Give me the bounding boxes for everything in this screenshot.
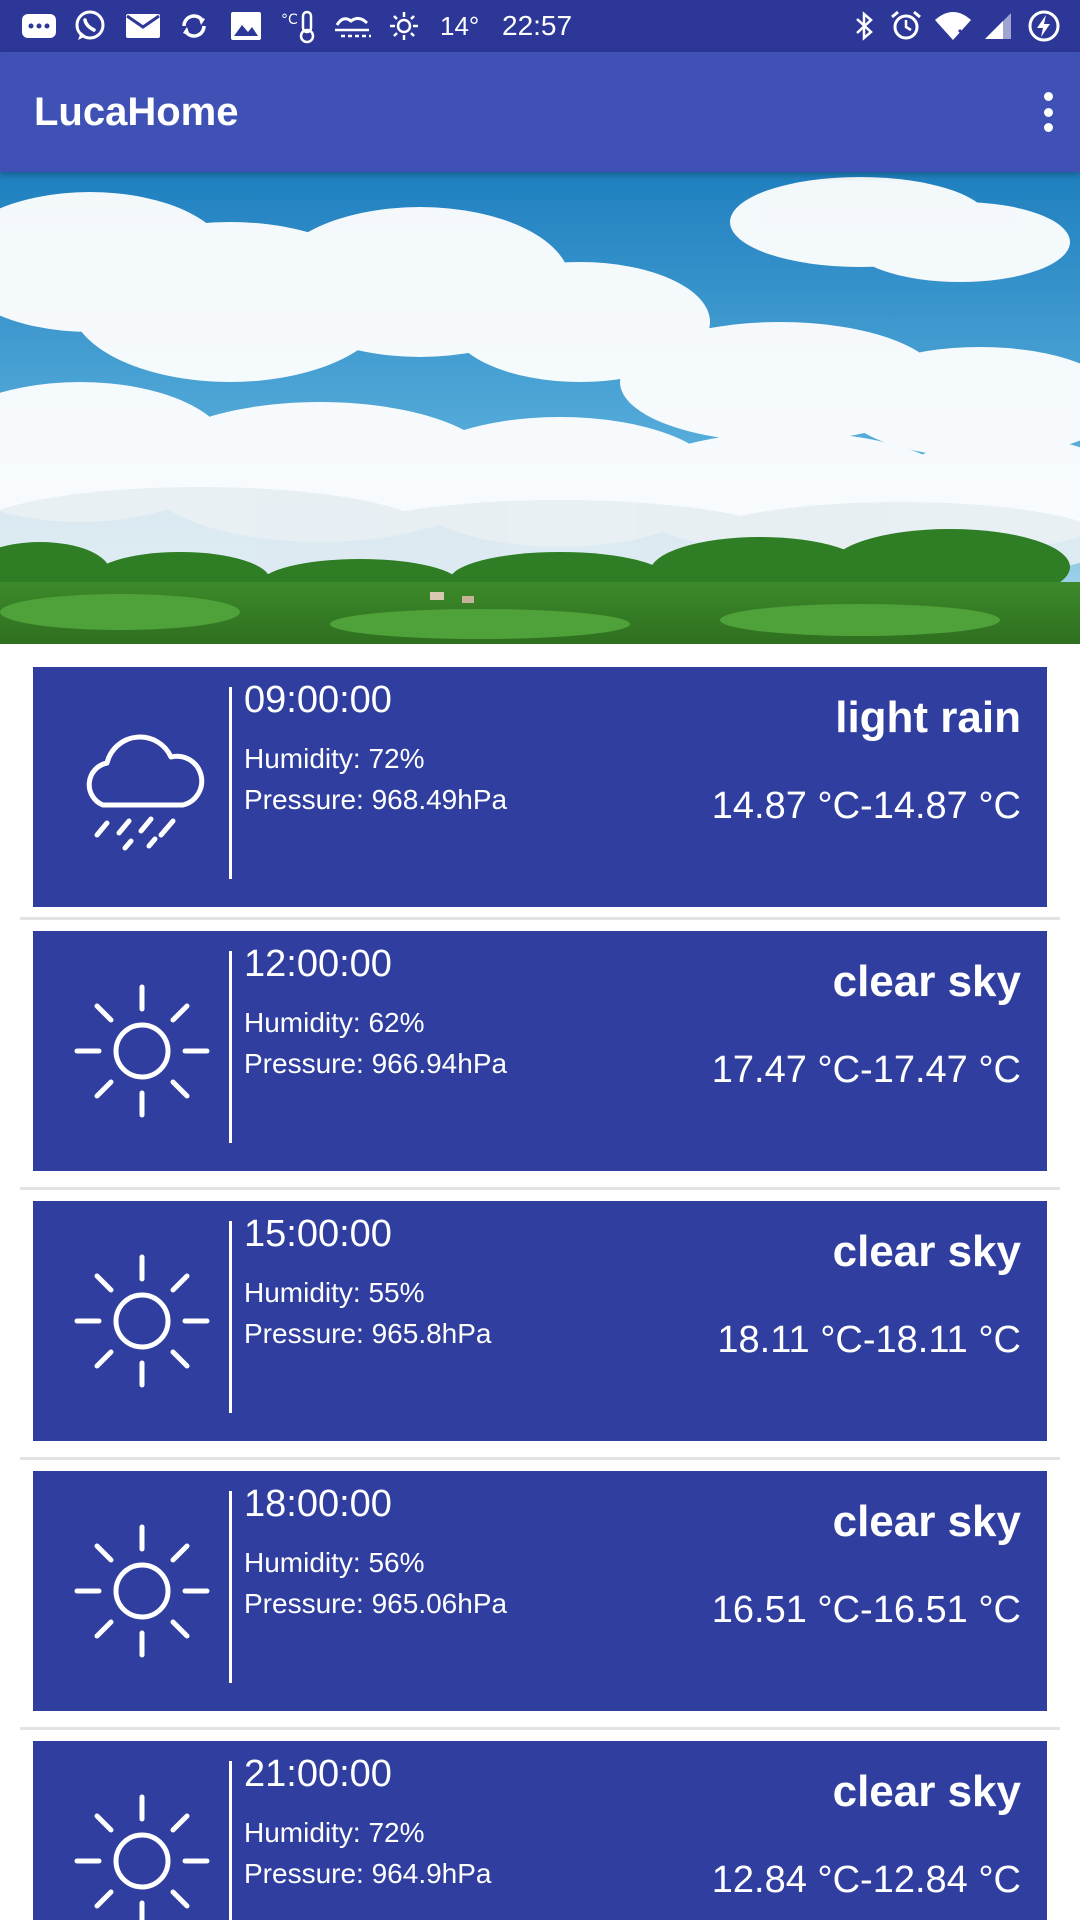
forecast-card[interactable]: 21:00:00 Humidity: 72% Pressure: 964.9hP…: [33, 1741, 1047, 1920]
gallery-icon: [228, 8, 264, 44]
sync-icon: [176, 8, 212, 44]
forecast-card[interactable]: 09:00:00 Humidity: 72% Pressure: 968.49h…: [33, 667, 1047, 907]
list-divider: [20, 1187, 1060, 1190]
battery-charging-icon: [1026, 8, 1062, 44]
svg-text:°C: °C: [281, 12, 298, 28]
sun-icon: [74, 1794, 210, 1920]
forecast-time: 12:00:00: [244, 943, 392, 985]
app-bar: LucaHome: [0, 52, 1080, 172]
divider-line: [229, 1491, 232, 1683]
forecast-pressure: Pressure: 964.9hPa: [244, 1858, 492, 1889]
sun-icon: [386, 8, 422, 44]
divider-line: [229, 1761, 232, 1920]
divider-line: [229, 687, 232, 879]
forecast-description: clear sky: [832, 1497, 1021, 1546]
whatsapp-icon: [72, 8, 108, 44]
forecast-temperature: 17.47 °C-17.47 °C: [711, 1049, 1021, 1091]
forecast-humidity: Humidity: 55%: [244, 1277, 425, 1308]
email-icon: [124, 8, 162, 44]
app-title: LucaHome: [34, 90, 239, 134]
menu-dot: [1043, 107, 1053, 117]
weather-header-image: [0, 172, 1080, 644]
fog-icon: [332, 8, 374, 44]
forecast-pressure: Pressure: 968.49hPa: [244, 784, 508, 815]
sun-icon: [74, 1524, 210, 1658]
menu-dot: [1043, 92, 1053, 101]
divider-line: [229, 1221, 232, 1413]
forecast-temperature: 14.87 °C-14.87 °C: [711, 785, 1021, 827]
forecast-description: clear sky: [832, 957, 1021, 1006]
messages-icon: [20, 8, 58, 44]
forecast-pressure: Pressure: 965.8hPa: [244, 1318, 492, 1349]
clock: 22:57: [502, 10, 573, 41]
list-divider: [20, 917, 1060, 920]
forecast-card[interactable]: 15:00:00 Humidity: 55% Pressure: 965.8hP…: [33, 1201, 1047, 1441]
overflow-menu-icon[interactable]: [1036, 88, 1060, 136]
wifi-icon: [932, 8, 974, 44]
forecast-humidity: Humidity: 62%: [244, 1007, 425, 1038]
forecast-description: clear sky: [832, 1767, 1021, 1816]
thermometer-icon: °C: [280, 8, 320, 44]
rain-cloud-icon: [86, 734, 205, 851]
menu-dot: [1043, 123, 1053, 132]
forecast-card[interactable]: 18:00:00 Humidity: 56% Pressure: 965.06h…: [33, 1471, 1047, 1711]
forecast-temperature: 12.84 °C-12.84 °C: [711, 1859, 1021, 1901]
forecast-pressure: Pressure: 966.94hPa: [244, 1048, 508, 1079]
forecast-time: 09:00:00: [244, 679, 392, 721]
forecast-list[interactable]: 09:00:00 Humidity: 72% Pressure: 968.49h…: [0, 644, 1080, 1920]
divider-line: [229, 951, 232, 1143]
forecast-temperature: 18.11 °C-18.11 °C: [717, 1319, 1021, 1361]
weather-temperature: 14°: [440, 11, 480, 41]
forecast-humidity: Humidity: 56%: [244, 1547, 425, 1578]
sun-icon: [74, 984, 210, 1118]
forecast-pressure: Pressure: 965.06hPa: [244, 1588, 508, 1619]
forecast-temperature: 16.51 °C-16.51 °C: [711, 1589, 1021, 1631]
alarm-icon: [888, 8, 924, 44]
forecast-card[interactable]: 12:00:00 Humidity: 62% Pressure: 966.94h…: [33, 931, 1047, 1171]
status-bar: °C 14° 22:57: [0, 0, 1080, 52]
forecast-description: clear sky: [832, 1227, 1021, 1276]
forecast-humidity: Humidity: 72%: [244, 743, 425, 774]
forecast-description: light rain: [835, 693, 1021, 742]
list-divider: [20, 1727, 1060, 1730]
signal-icon: [982, 8, 1014, 44]
forecast-time: 15:00:00: [244, 1213, 392, 1255]
forecast-time: 18:00:00: [244, 1483, 392, 1525]
forecast-time: 21:00:00: [244, 1753, 392, 1795]
sun-icon: [74, 1254, 210, 1388]
list-divider: [20, 1457, 1060, 1460]
forecast-humidity: Humidity: 72%: [244, 1817, 425, 1848]
bluetooth-icon: [850, 8, 878, 44]
